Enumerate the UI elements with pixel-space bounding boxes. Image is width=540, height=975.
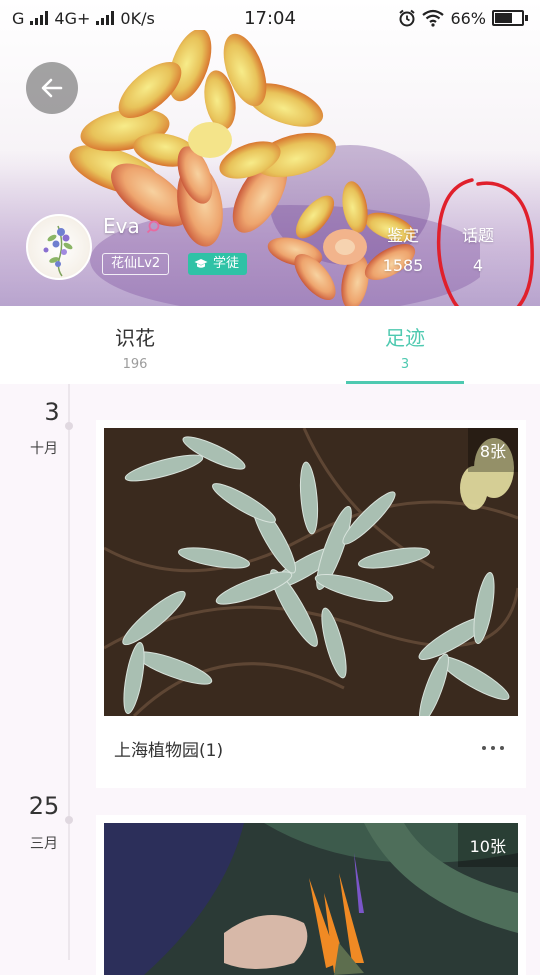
arrow-left-icon [41,78,63,98]
status-time: 17:04 [244,7,296,29]
footprint-timeline: 3 十月 8张 上海植物园(1) 25 三月 10张 [0,384,540,975]
entry-month: 十月 [30,441,58,457]
graduation-cap-icon [194,259,208,268]
timeline-dot [65,816,73,824]
timeline-dot [65,422,73,430]
user-name: Eva [103,214,140,238]
photo-count-badge: 8张 [467,428,518,472]
battery-percent: 66% [450,8,486,28]
footprint-card[interactable]: 10张 [96,815,526,975]
network-speed: 0K/s [120,8,155,28]
card-photo[interactable]: 10张 [104,823,518,975]
back-button[interactable] [26,62,78,114]
tab-footprint-count: 3 [400,357,410,372]
female-gender-icon [146,220,160,234]
entry-month: 三月 [30,836,58,852]
tab-identify-count: 196 [122,357,148,372]
card-photo[interactable]: 8张 [104,428,518,716]
entry-day: 3 [44,398,60,426]
timeline-line [68,384,70,960]
signal-icon-2 [96,11,115,25]
tab-bar: 识花 196 足迹 3 [0,306,540,384]
wifi-icon [422,9,445,27]
tab-identify[interactable]: 识花 196 [76,306,194,384]
card-location[interactable]: 上海植物园(1) [114,736,223,761]
more-options-icon[interactable] [478,738,508,758]
entry-day: 25 [28,792,60,820]
footprint-card[interactable]: 8张 上海植物园(1) [96,420,526,788]
tab-identify-label: 识花 [115,326,155,350]
tab-footprint[interactable]: 足迹 3 [346,306,464,384]
stat-identify-label: 鉴定 [386,226,419,245]
tab-footprint-label: 足迹 [385,326,425,350]
status-bar: G 4G+ 0K/s 17:04 66% [0,0,540,36]
carrier-label: G [12,8,25,28]
signal-icon [30,11,49,25]
photo-count-badge: 10张 [457,823,518,867]
card-footer: 上海植物园(1) [104,716,518,780]
stat-identify[interactable]: 鉴定 1585 [373,222,433,275]
stat-identify-value: 1585 [382,256,424,275]
role-badge-label: 学徒 [213,256,240,271]
alarm-icon [399,9,416,27]
bird-of-paradise-photo [104,823,518,975]
battery-icon [492,10,528,26]
avatar[interactable] [26,214,92,280]
network-type-label: 4G+ [54,8,91,28]
plant-photo [104,428,518,716]
role-badge: 学徒 [188,253,248,275]
level-badge: 花仙Lv2 [102,253,170,275]
